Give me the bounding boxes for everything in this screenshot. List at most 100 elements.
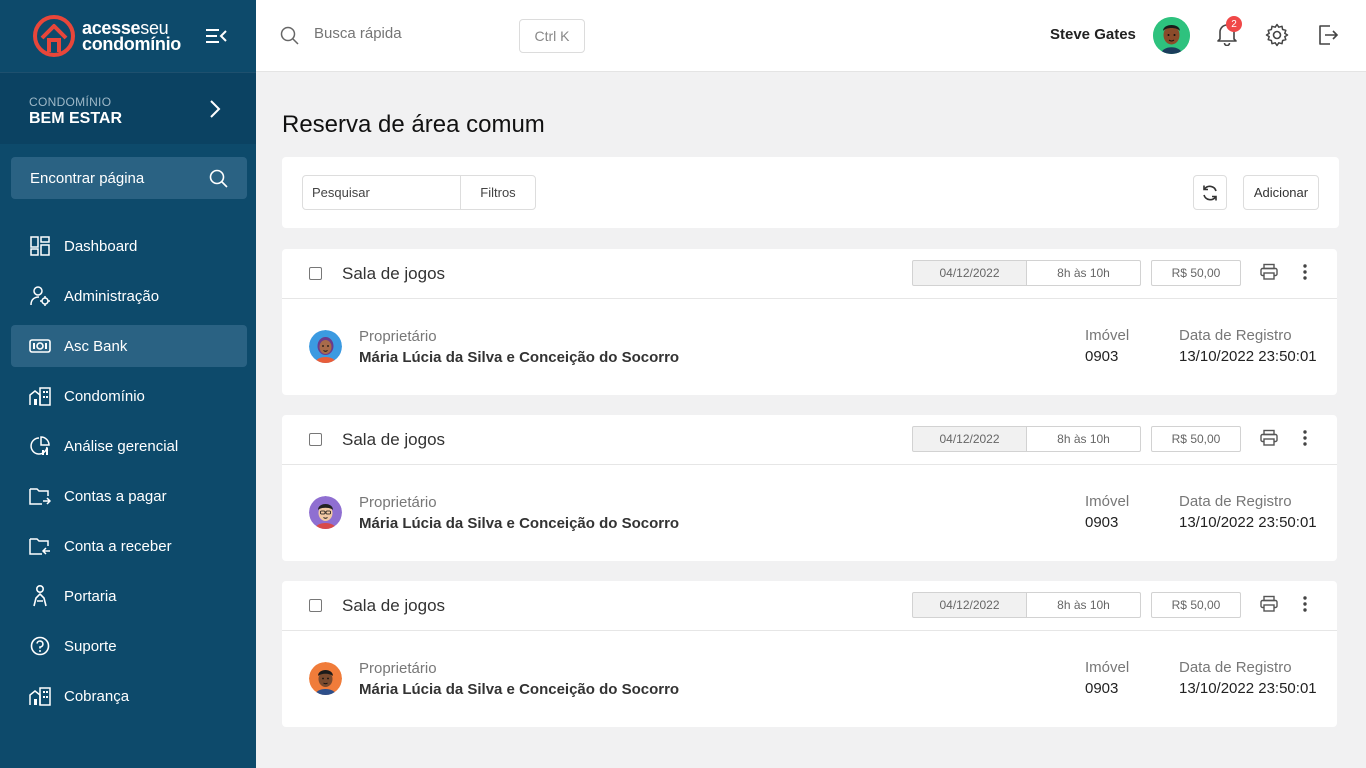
- sidebar-header: acesseseu condomínio: [0, 0, 256, 72]
- registration-label: Data de Registro: [1179, 493, 1292, 510]
- sidebar-item-label: Cobrança: [64, 687, 130, 705]
- sidebar-item-label: Condomínio: [64, 387, 145, 405]
- sidebar-item-analise-gerencial[interactable]: Análise gerencial: [11, 425, 247, 467]
- collapse-menu-icon[interactable]: [205, 26, 227, 46]
- more-options-icon[interactable]: [1301, 595, 1309, 613]
- add-button[interactable]: Adicionar: [1243, 175, 1319, 210]
- avatar[interactable]: [1153, 17, 1190, 54]
- house-logo-icon: [33, 15, 75, 57]
- user-name[interactable]: Steve Gates: [1050, 26, 1136, 43]
- gear-icon[interactable]: [1265, 23, 1289, 47]
- card-body: Proprietário Mária Lúcia da Silva e Conc…: [282, 299, 1337, 394]
- filters-button[interactable]: Filtros: [460, 175, 536, 210]
- search-icon: [209, 169, 228, 188]
- price-field: R$ 50,00: [1151, 426, 1241, 452]
- search-icon: [280, 26, 299, 45]
- card-body: Proprietário Mária Lúcia da Silva e Conc…: [282, 631, 1337, 726]
- date-field: 04/12/2022: [912, 426, 1027, 452]
- search-input[interactable]: Pesquisar: [302, 175, 461, 210]
- card-header: Sala de jogos 04/12/2022 8h às 10h R$ 50…: [282, 249, 1337, 299]
- find-page-input[interactable]: Encontrar página: [11, 157, 247, 199]
- quick-search-input[interactable]: [314, 25, 504, 42]
- sidebar-item-label: Portaria: [64, 587, 117, 605]
- owner-name: Mária Lúcia da Silva e Conceição do Soco…: [359, 681, 680, 698]
- select-checkbox[interactable]: [309, 267, 322, 280]
- registration-label: Data de Registro: [1179, 659, 1292, 676]
- time-field: 8h às 10h: [1026, 426, 1141, 452]
- dashboard-icon: [29, 235, 51, 257]
- shortcut-hint: Ctrl K: [519, 19, 585, 53]
- sidebar-item-condominio[interactable]: Condomínio: [11, 375, 247, 417]
- sidebar-item-label: Dashboard: [64, 237, 138, 255]
- help-icon: [29, 635, 51, 657]
- sidebar: acesseseu condomínio CONDOMÍNIO BEM ESTA…: [0, 0, 256, 768]
- sidebar-item-label: Contas a pagar: [64, 487, 167, 505]
- card-title: Sala de jogos: [342, 430, 446, 449]
- sidebar-item-administracao[interactable]: Administração: [11, 275, 247, 317]
- reservation-card: Sala de jogos 04/12/2022 8h às 10h R$ 50…: [282, 415, 1337, 561]
- registration-label: Data de Registro: [1179, 327, 1292, 344]
- owner-name: Mária Lúcia da Silva e Conceição do Soco…: [359, 515, 680, 532]
- bank-icon: [29, 335, 51, 357]
- unit-label: Imóvel: [1085, 327, 1130, 344]
- sidebar-item-label: Análise gerencial: [64, 437, 179, 455]
- more-options-icon[interactable]: [1301, 429, 1309, 447]
- time-field: 8h às 10h: [1026, 592, 1141, 618]
- reservation-card: Sala de jogos 04/12/2022 8h às 10h R$ 50…: [282, 249, 1337, 395]
- reservation-card: Sala de jogos 04/12/2022 8h às 10h R$ 50…: [282, 581, 1337, 727]
- print-icon[interactable]: [1260, 595, 1278, 613]
- time-field: 8h às 10h: [1026, 260, 1141, 286]
- avatar: [309, 662, 342, 695]
- sidebar-item-suporte[interactable]: Suporte: [11, 625, 247, 667]
- price-field: R$ 50,00: [1151, 260, 1241, 286]
- date-field: 04/12/2022: [912, 260, 1027, 286]
- registration-value: 13/10/2022 23:50:01: [1179, 348, 1317, 365]
- print-icon[interactable]: [1260, 263, 1278, 281]
- sidebar-item-label: Asc Bank: [64, 337, 128, 355]
- sidebar-item-portaria[interactable]: Portaria: [11, 575, 247, 617]
- brand-name: acesseseu condomínio: [82, 18, 181, 54]
- card-title: Sala de jogos: [342, 596, 446, 615]
- owner-label: Proprietário: [359, 328, 437, 345]
- card-header: Sala de jogos 04/12/2022 8h às 10h R$ 50…: [282, 581, 1337, 631]
- refresh-icon: [1203, 185, 1217, 200]
- page-title: Reserva de área comum: [282, 111, 545, 138]
- find-page-label: Encontrar página: [30, 169, 145, 187]
- sidebar-item-cobranca[interactable]: Cobrança: [11, 675, 247, 717]
- chevron-right-icon[interactable]: [208, 98, 222, 120]
- date-field: 04/12/2022: [912, 592, 1027, 618]
- unit-label: Imóvel: [1085, 659, 1130, 676]
- avatar: [309, 496, 342, 529]
- sidebar-item-contas-a-pagar[interactable]: Contas a pagar: [11, 475, 247, 517]
- sidebar-item-dashboard[interactable]: Dashboard: [11, 225, 247, 267]
- unit-value: 0903: [1085, 680, 1119, 697]
- brand-logo[interactable]: acesseseu condomínio: [30, 14, 181, 58]
- registration-value: 13/10/2022 23:50:01: [1179, 514, 1317, 531]
- select-checkbox[interactable]: [309, 433, 322, 446]
- unit-value: 0903: [1085, 514, 1119, 531]
- card-header: Sala de jogos 04/12/2022 8h às 10h R$ 50…: [282, 415, 1337, 465]
- admin-users-icon: [29, 285, 51, 307]
- owner-label: Proprietário: [359, 494, 437, 511]
- card-body: Proprietário Mária Lúcia da Silva e Conc…: [282, 465, 1337, 560]
- notification-badge: 2: [1226, 16, 1242, 32]
- print-icon[interactable]: [1260, 429, 1278, 447]
- sidebar-item-label: Suporte: [64, 637, 117, 655]
- sidebar-item-label: Administração: [64, 287, 160, 305]
- building-icon: [29, 385, 51, 407]
- sidebar-item-asc-bank[interactable]: Asc Bank: [11, 325, 247, 367]
- more-options-icon[interactable]: [1301, 263, 1309, 281]
- refresh-button[interactable]: [1193, 175, 1227, 210]
- owner-name: Mária Lúcia da Silva e Conceição do Soco…: [359, 349, 680, 366]
- sidebar-item-label: Conta a receber: [64, 537, 172, 555]
- folder-in-icon: [29, 535, 51, 557]
- unit-label: Imóvel: [1085, 493, 1130, 510]
- select-checkbox[interactable]: [309, 599, 322, 612]
- doorman-icon: [29, 585, 51, 607]
- unit-value: 0903: [1085, 348, 1119, 365]
- top-header: Ctrl K Steve Gates 2: [256, 0, 1366, 72]
- logout-icon[interactable]: [1317, 24, 1339, 46]
- sidebar-item-conta-a-receber[interactable]: Conta a receber: [11, 525, 247, 567]
- sidebar-nav: Dashboard Administração Asc Bank Condomí…: [11, 225, 247, 725]
- registration-value: 13/10/2022 23:50:01: [1179, 680, 1317, 697]
